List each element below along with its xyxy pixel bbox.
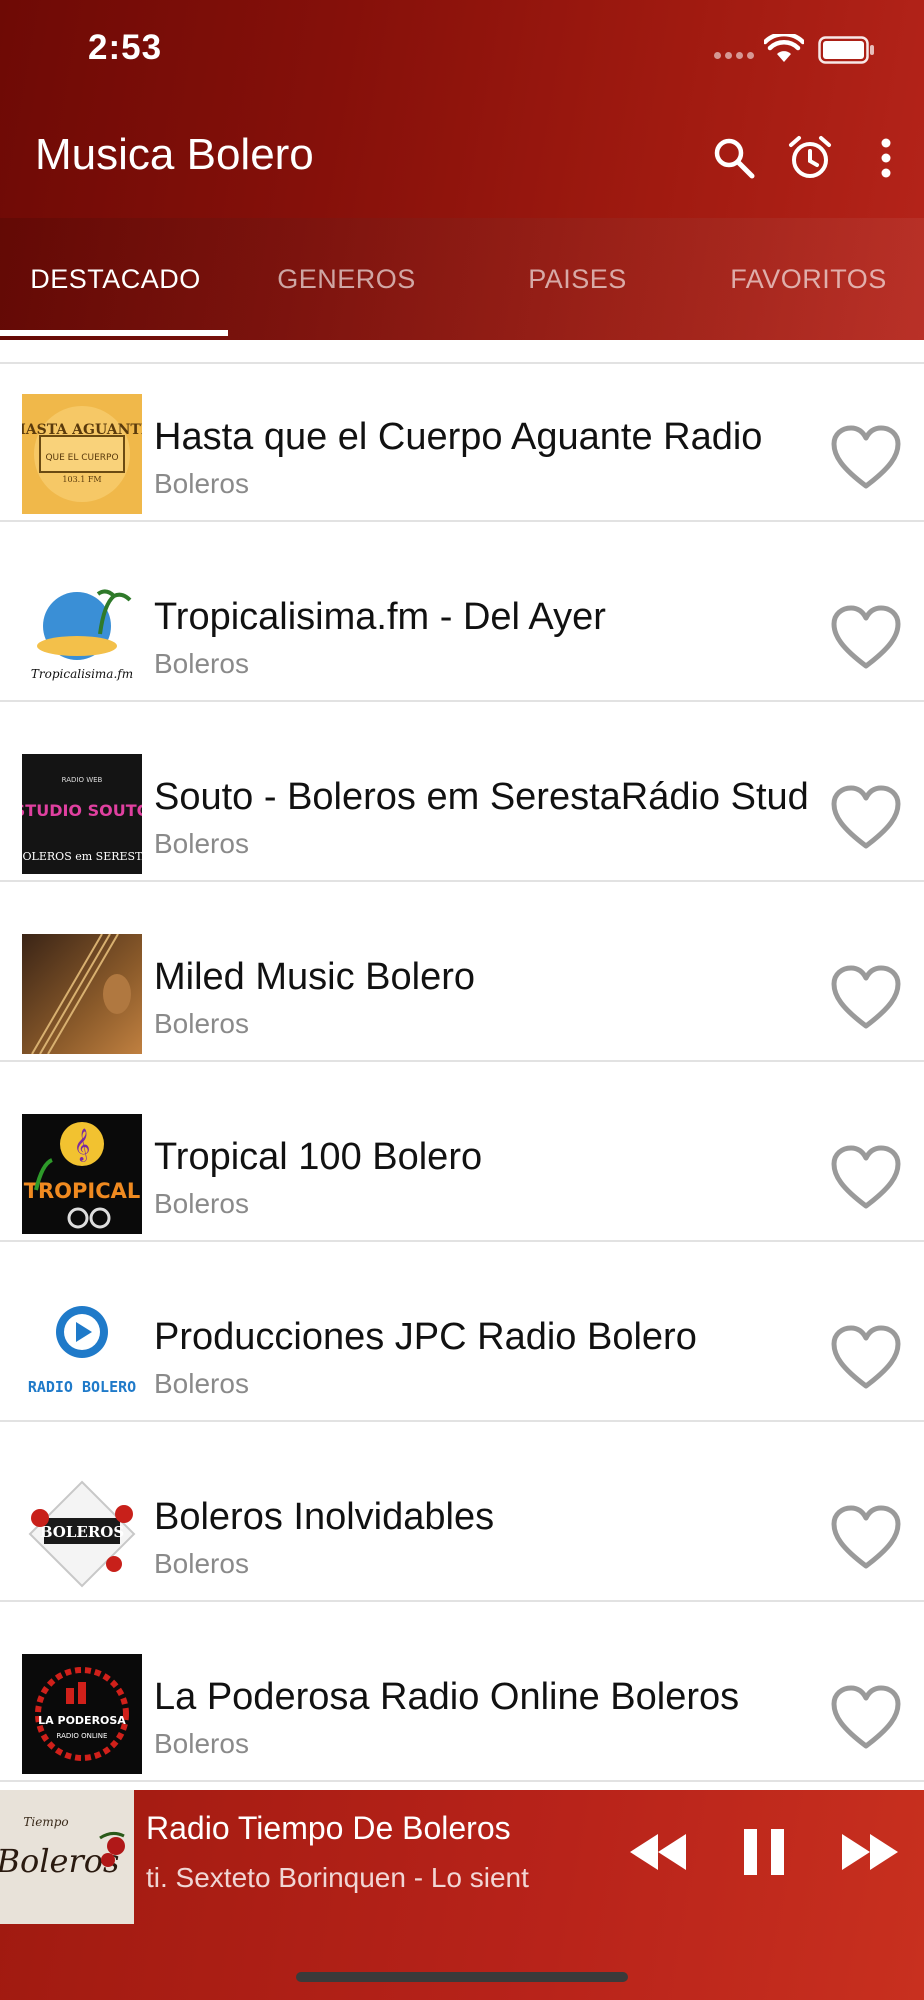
station-genre: Boleros	[154, 828, 249, 859]
now-playing-logo: Tiempo Boleros	[0, 1790, 134, 1924]
tab-generos[interactable]: GENEROS	[231, 218, 462, 340]
rewind-icon	[630, 1834, 686, 1870]
favorite-heart-icon[interactable]	[830, 424, 902, 492]
favorite-heart-icon[interactable]	[830, 1504, 902, 1572]
svg-text:BOLEROS: BOLEROS	[40, 1523, 124, 1541]
station-row[interactable]: RADIO WEB STUDIO SOUTO BOLEROS em SEREST…	[0, 704, 924, 882]
tab-bar: DESTACADO GENEROS PAISES FAVORITOS	[0, 218, 924, 340]
alarm-button[interactable]	[780, 128, 840, 188]
station-title: Miled Music Bolero	[154, 956, 475, 998]
more-vertical-icon	[881, 138, 891, 178]
svg-text:QUE EL CUERPO: QUE EL CUERPO	[45, 453, 118, 463]
station-logo: HASTA AGUANTE QUE EL CUERPO 103.1 FM	[22, 394, 142, 514]
search-button[interactable]	[704, 128, 764, 188]
station-logo: 𝄞 TROPICAL	[22, 1114, 142, 1234]
rewind-button[interactable]	[618, 1812, 698, 1892]
more-menu-button[interactable]	[856, 128, 916, 188]
station-logo: LA PODEROSA RADIO ONLINE	[22, 1654, 142, 1774]
svg-text:STUDIO SOUTO: STUDIO SOUTO	[22, 801, 142, 820]
station-title: Boleros Inolvidables	[154, 1496, 495, 1538]
now-playing-station: Radio Tiempo De Boleros	[146, 1810, 511, 1846]
svg-text:103.1 FM: 103.1 FM	[62, 475, 101, 484]
now-playing-track: ti. Sexteto Borinquen - Lo sient	[146, 1862, 529, 1893]
station-title: Tropicalisima.fm - Del Ayer	[154, 596, 606, 638]
station-genre: Boleros	[154, 1008, 249, 1039]
svg-text:HASTA AGUANTE: HASTA AGUANTE	[22, 422, 142, 438]
status-bar: 2:53	[0, 0, 924, 100]
station-title: Souto - Boleros em SerestaRádio Stud	[154, 776, 809, 818]
tab-destacado[interactable]: DESTACADO	[0, 218, 231, 340]
station-title: Producciones JPC Radio Bolero	[154, 1316, 697, 1358]
favorite-heart-icon[interactable]	[830, 1144, 902, 1212]
fast-forward-icon	[842, 1834, 898, 1870]
svg-text:𝄞: 𝄞	[74, 1128, 91, 1162]
station-logo: RADIO WEB STUDIO SOUTO BOLEROS em SEREST…	[22, 754, 142, 874]
search-icon	[714, 138, 755, 179]
status-time: 2:53	[88, 28, 163, 67]
home-indicator[interactable]	[296, 1972, 628, 1982]
svg-text:BOLEROS em SERESTA: BOLEROS em SERESTA	[22, 850, 142, 863]
station-title: Tropical 100 Bolero	[154, 1136, 483, 1178]
app-screen: 2:53 Musica Bolero DESTACADO GENEROS PAI…	[0, 0, 924, 2000]
svg-text:Tropicalisima.fm: Tropicalisima.fm	[31, 667, 133, 681]
tab-favoritos[interactable]: FAVORITOS	[693, 218, 924, 340]
station-row[interactable]: 𝄞 TROPICAL Tropical 100 Bolero Boleros	[0, 1064, 924, 1242]
app-title: Musica Bolero	[35, 130, 314, 179]
favorite-heart-icon[interactable]	[830, 784, 902, 852]
pause-button[interactable]	[724, 1812, 804, 1892]
station-genre: Boleros	[154, 648, 249, 679]
station-logo: RADIO BOLERO	[22, 1294, 142, 1414]
pause-icon	[744, 1829, 784, 1875]
station-row[interactable]: LA PODEROSA RADIO ONLINE La Poderosa Rad…	[0, 1604, 924, 1782]
station-row[interactable]: Miled Music Bolero Boleros	[0, 884, 924, 1062]
svg-text:RADIO ONLINE: RADIO ONLINE	[57, 1732, 108, 1740]
favorite-heart-icon[interactable]	[830, 964, 902, 1032]
favorite-heart-icon[interactable]	[830, 1684, 902, 1752]
favorite-heart-icon[interactable]	[830, 604, 902, 672]
app-header: 2:53 Musica Bolero DESTACADO GENEROS PAI…	[0, 0, 924, 340]
station-title: La Poderosa Radio Online Boleros	[154, 1676, 740, 1718]
favorite-heart-icon[interactable]	[830, 1324, 902, 1392]
station-genre: Boleros	[154, 468, 249, 499]
station-row[interactable]: HASTA AGUANTE QUE EL CUERPO 103.1 FM Has…	[0, 344, 924, 522]
station-genre: Boleros	[154, 1548, 249, 1579]
station-genre: Boleros	[154, 1188, 249, 1219]
station-genre: Boleros	[154, 1368, 249, 1399]
active-tab-indicator	[0, 330, 228, 336]
station-row[interactable]: Tropicalisima.fm Tropicalisima.fm - Del …	[0, 524, 924, 702]
station-row[interactable]: RADIO BOLERO Producciones JPC Radio Bole…	[0, 1244, 924, 1422]
svg-text:Tiempo: Tiempo	[23, 1815, 68, 1829]
station-genre: Boleros	[154, 1728, 249, 1759]
fast-forward-button[interactable]	[830, 1812, 910, 1892]
station-row[interactable]: BOLEROS Boleros Inolvidables Boleros	[0, 1424, 924, 1602]
station-logo: BOLEROS	[22, 1474, 142, 1594]
svg-text:RADIO WEB: RADIO WEB	[62, 776, 103, 784]
alarm-icon	[789, 136, 831, 178]
tab-paises[interactable]: PAISES	[462, 218, 693, 340]
station-logo	[22, 934, 142, 1054]
station-title: Hasta que el Cuerpo Aguante Radio	[154, 416, 763, 458]
svg-text:TROPICAL: TROPICAL	[24, 1179, 141, 1203]
battery-icon	[818, 36, 874, 64]
svg-text:RADIO BOLERO: RADIO BOLERO	[28, 1378, 136, 1396]
svg-text:LA PODEROSA: LA PODEROSA	[38, 1714, 126, 1727]
cellular-dots-icon	[714, 52, 754, 59]
station-list[interactable]: HASTA AGUANTE QUE EL CUERPO 103.1 FM Has…	[0, 340, 924, 1790]
wifi-icon	[764, 34, 804, 62]
station-logo: Tropicalisima.fm	[22, 574, 142, 694]
mini-player[interactable]: Tiempo Boleros Radio Tiempo De Boleros t…	[0, 1790, 924, 2000]
